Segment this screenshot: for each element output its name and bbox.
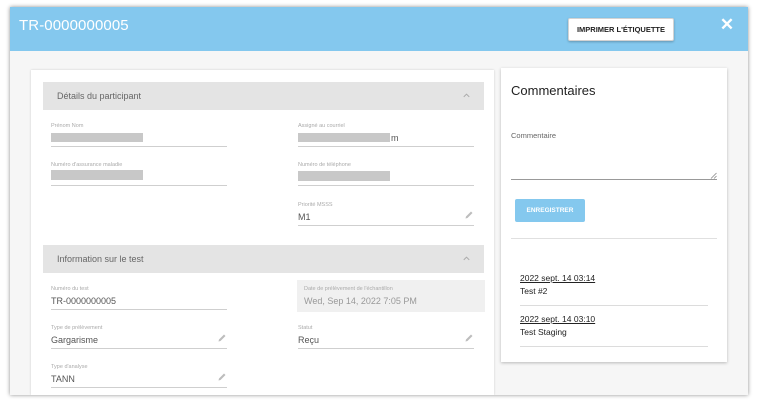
sample-type-label: Type de prélèvement (51, 325, 103, 331)
comment-item: 2022 sept. 14 03:10 Test Staging (520, 314, 708, 347)
pencil-icon[interactable] (464, 210, 474, 220)
participant-section-header[interactable]: Détails du participant (43, 82, 484, 110)
redacted-value (51, 133, 143, 142)
insurance-number-label: Numéro d'assurance maladie (51, 162, 123, 168)
close-icon[interactable]: ✕ (716, 14, 738, 36)
priority-value: M1 (298, 212, 311, 222)
sample-date-label: Date de prélèvement de l'échantillon (304, 286, 393, 292)
divider (511, 238, 717, 239)
dialog-header: TR-0000000005 IMPRIMER L'ÉTIQUETTE ✕ (10, 7, 748, 51)
status-value: Reçu (298, 335, 320, 345)
test-info-section-header[interactable]: Information sur le test (43, 245, 484, 273)
comments-title: Commentaires (511, 83, 596, 98)
first-name-label: Prénom Nom (51, 123, 84, 129)
analysis-type-value: TANN (51, 374, 75, 384)
assigned-email-value: m (391, 133, 399, 143)
test-detail-dialog: TR-0000000005 IMPRIMER L'ÉTIQUETTE ✕ Dét… (10, 7, 748, 395)
sample-date-field: Date de prélèvement de l'échantillon Wed… (297, 280, 485, 312)
chevron-up-icon[interactable] (461, 90, 472, 101)
save-comment-button[interactable]: ENREGISTRER (515, 199, 585, 222)
comment-text: Test Staging (520, 327, 567, 337)
priority-label: Priorité MSSS (298, 202, 333, 208)
print-label-button[interactable]: IMPRIMER L'ÉTIQUETTE (568, 18, 674, 41)
redacted-value (51, 170, 143, 180)
comment-input[interactable] (511, 146, 717, 180)
comment-date-link[interactable]: 2022 sept. 14 03:14 (520, 273, 595, 283)
chevron-up-icon[interactable] (461, 253, 472, 264)
comment-date-link[interactable]: 2022 sept. 14 03:10 (520, 314, 595, 324)
dialog-title: TR-0000000005 (19, 17, 129, 34)
redacted-value (298, 171, 390, 181)
assigned-email-label: Assigné au courriel (298, 123, 345, 129)
test-number-label: Numéro du test (51, 286, 89, 292)
comments-card: Commentaires Commentaire ENREGISTRER 202… (501, 68, 727, 362)
pencil-icon[interactable] (217, 333, 227, 343)
phone-number-label: Numéro de téléphone (298, 162, 351, 168)
sample-type-value: Gargarisme (51, 335, 99, 345)
comment-item: 2022 sept. 14 03:14 Test #2 (520, 273, 708, 306)
analysis-type-label: Type d'analyse (51, 364, 88, 370)
test-info-section-title: Information sur le test (57, 254, 144, 264)
participant-section-title: Détails du participant (57, 91, 142, 101)
pencil-icon[interactable] (464, 333, 474, 343)
comment-text: Test #2 (520, 286, 548, 296)
resize-grip-icon[interactable] (710, 172, 717, 179)
test-number-value: TR-0000000005 (51, 296, 117, 306)
redacted-value (298, 133, 390, 142)
sample-date-value: Wed, Sep 14, 2022 7:05 PM (304, 296, 417, 306)
pencil-icon[interactable] (217, 372, 227, 382)
details-card: Détails du participant Prénom Nom Assign… (31, 70, 494, 395)
comment-label: Commentaire (511, 131, 557, 140)
status-label: Statut (298, 325, 313, 331)
